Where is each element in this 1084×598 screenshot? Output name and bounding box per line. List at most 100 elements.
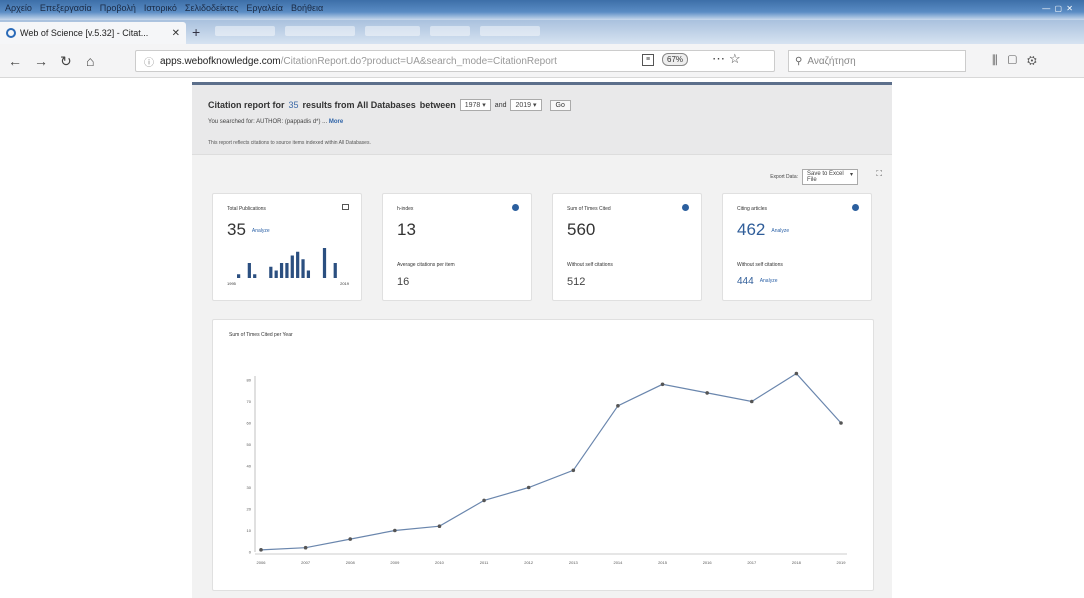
info-icon[interactable] (682, 204, 689, 211)
y-tick-label: 40 (247, 464, 252, 469)
back-icon[interactable]: ← (8, 53, 22, 69)
close-icon[interactable]: ✕ (172, 28, 180, 39)
navigation-bar: ← → ↻ ⌂ ⓘ apps.webofknowledge.com /Citat… (0, 44, 1084, 78)
data-point[interactable] (616, 404, 620, 408)
data-point[interactable] (660, 382, 665, 387)
home-icon[interactable]: ⌂ (86, 53, 94, 69)
data-point[interactable] (794, 371, 799, 376)
x-tick-label: 2018 (792, 560, 802, 565)
y-tick-label: 60 (247, 421, 252, 426)
searched-for: You searched for: AUTHOR: (pappadis d*) … (208, 119, 343, 125)
result-count: 35 (288, 100, 299, 110)
citing-articles-label: Citing articles (737, 206, 768, 212)
info-icon[interactable]: ⓘ (144, 54, 154, 69)
data-point[interactable] (259, 548, 263, 552)
menu-edit[interactable]: Επεξεργασία (39, 3, 93, 13)
more-link[interactable]: More (329, 119, 343, 125)
card-citing-articles: Citing articles 462 Analyze Without self … (722, 193, 872, 301)
spark-bar (322, 248, 327, 278)
card-sum-times-cited: Sum of Times Cited 560 Without self cita… (552, 193, 702, 301)
spark-bar (306, 270, 311, 278)
data-point[interactable] (705, 391, 709, 395)
citing-without-self-label: Without self citations (737, 262, 783, 268)
publications-sparkline: 1995 2019 (227, 246, 349, 286)
times-cited-value: 560 (567, 220, 596, 239)
y-tick-label: 30 (247, 485, 252, 490)
menu-file[interactable]: Αρχείο (4, 3, 33, 13)
menu-tools[interactable]: Εργαλεία (245, 3, 284, 13)
y-tick-label: 80 (247, 378, 252, 383)
library-icon[interactable]: ⫼▢⚙ (992, 53, 1047, 68)
menu-help[interactable]: Βοήθεια (290, 3, 324, 13)
data-point[interactable] (839, 421, 843, 425)
menu-items: Αρχείο Επεξεργασία Προβολή Ιστορικό Σελι… (4, 3, 324, 13)
searched-for-text: You searched for: AUTHOR: (pappadis d*) … (208, 119, 328, 125)
export-select[interactable]: Save to Excel File ▾ (802, 169, 858, 185)
year-to-select[interactable]: 2019 ▾ (510, 99, 542, 111)
average-citations-label: Average citations per item (397, 262, 455, 268)
data-point[interactable] (571, 468, 576, 473)
citing-articles-value: 462 Analyze (737, 220, 790, 239)
analyze-link[interactable]: Analyze (760, 278, 778, 284)
forward-icon[interactable]: → (34, 53, 48, 69)
spark-bar (285, 263, 289, 278)
series-line (260, 372, 842, 551)
search-input[interactable]: ⚲ Αναζήτηση (788, 50, 966, 72)
menu-view[interactable]: Προβολή (99, 3, 137, 13)
go-button[interactable]: Go (549, 99, 571, 111)
info-icon[interactable] (852, 204, 859, 211)
page-actions-icon[interactable]: ⋯☆ (712, 51, 745, 67)
h-index-label: h-index (397, 206, 414, 212)
spark-bar (301, 259, 305, 278)
data-point[interactable] (303, 545, 308, 550)
data-point[interactable] (393, 528, 397, 533)
sparkline-bars (237, 248, 337, 278)
data-point[interactable] (348, 537, 353, 541)
zoom-level[interactable]: 67% (662, 53, 689, 66)
expand-icon[interactable]: ⛶ (876, 169, 882, 179)
total-publications-value: 35 Analyze (227, 220, 270, 239)
total-publications-label: Total Publications (227, 206, 266, 212)
y-tick-label: 50 (247, 442, 252, 447)
blurred-tabs (215, 26, 540, 36)
x-tick-label: 2019 (837, 560, 847, 565)
window-controls[interactable]: — ▢ ✕ (1042, 4, 1074, 13)
x-tick-label: 2014 (613, 560, 623, 565)
year-from-select[interactable]: 1978 ▾ (459, 99, 491, 111)
export-label: Export Data: (770, 174, 798, 180)
x-tick-label: 2017 (747, 560, 757, 565)
url-path: /CitationReport.do?product=UA&search_mod… (280, 55, 557, 67)
analyze-link[interactable]: Analyze (252, 228, 270, 234)
average-citations-value: 16 (397, 276, 410, 288)
tab-web-of-science[interactable]: Web of Science [v.5.32] - Citat... ✕ (0, 22, 186, 44)
data-point[interactable] (526, 485, 531, 490)
title-mid: results from All Databases (302, 100, 416, 110)
y-tick-label: 20 (247, 507, 252, 512)
data-point[interactable] (437, 524, 442, 528)
info-icon[interactable] (512, 204, 519, 211)
export-data: Export Data: Save to Excel File ▾ (770, 169, 858, 185)
between-label: between (419, 100, 456, 110)
search-placeholder: Αναζήτηση (807, 55, 856, 67)
menu-bar: Αρχείο Επεξεργασία Προβολή Ιστορικό Σελι… (0, 0, 1084, 20)
menu-history[interactable]: Ιστορικό (143, 3, 178, 13)
spark-bar (237, 274, 241, 278)
h-index-value: 13 (397, 220, 416, 239)
new-tab-icon[interactable]: + (192, 24, 200, 40)
spark-bar (296, 251, 300, 278)
tab-title: Web of Science [v.5.32] - Citat... (20, 28, 149, 38)
url-host: apps.webofknowledge.com (160, 55, 281, 67)
tab-strip: Web of Science [v.5.32] - Citat... ✕ + (0, 20, 1084, 44)
analyze-link[interactable]: Analyze (771, 228, 789, 234)
card-total-publications: Total Publications 35 Analyze 1995 2019 (212, 193, 362, 301)
spark-bar (274, 270, 278, 278)
menu-bookmarks[interactable]: Σελιδοδείκτες (184, 3, 240, 13)
data-point[interactable] (482, 498, 486, 503)
sparkline-end-year: 2019 (340, 281, 349, 286)
x-tick-label: 2013 (569, 560, 579, 565)
reload-icon[interactable]: ↻ (60, 53, 72, 70)
reader-view-icon[interactable]: ≡ (642, 54, 654, 66)
data-point[interactable] (749, 399, 754, 404)
chart-icon[interactable] (342, 204, 349, 210)
favicon-icon (6, 28, 16, 38)
